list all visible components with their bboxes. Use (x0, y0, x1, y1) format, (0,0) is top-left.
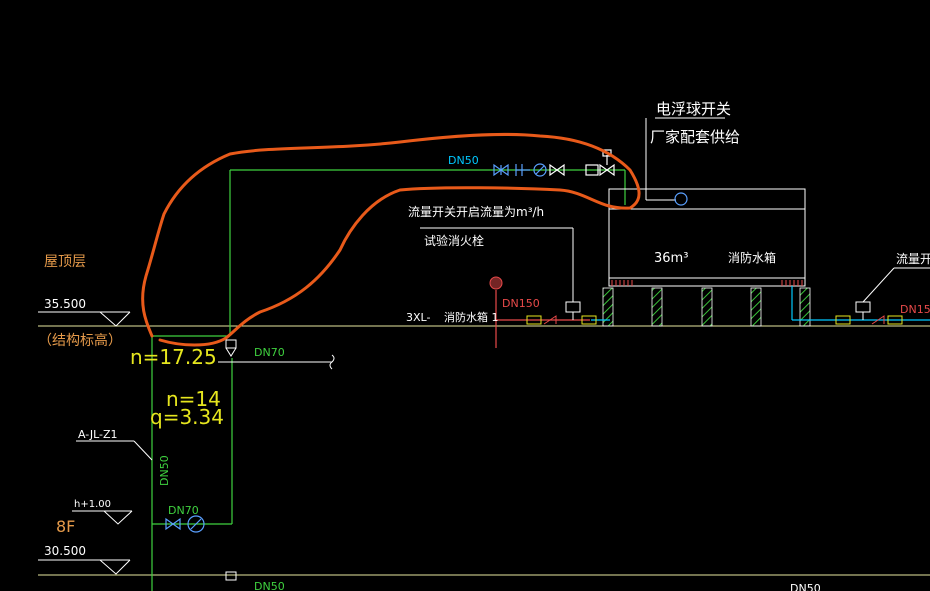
roof-elevation: 35.500 (44, 297, 86, 311)
pipe-size-dn50-bottom: DN50 (254, 580, 285, 591)
tank-name-label: 消防水箱 (728, 250, 776, 265)
8f-elevation-marker (38, 559, 131, 575)
xl-label: 3XL- (406, 311, 430, 324)
floor-8f-label: 8F (56, 517, 75, 536)
handwritten-q: q=3.34 (150, 405, 224, 429)
tank-piers (602, 287, 811, 327)
pipe-size-dn50-bottom-right: DN50 (790, 582, 821, 591)
flow-switch-note: 流量开关开启流量为m³/h (408, 205, 544, 219)
height-offset-label: h+1.00 (74, 499, 111, 510)
structural-elevation-note: （结构标高） (38, 332, 122, 349)
handwritten-n-17: n=17.25 (130, 345, 217, 369)
8f-elevation: 30.500 (44, 544, 86, 558)
riser-id-label: A-JL-Z1 (78, 428, 118, 441)
check-valve-icon (515, 164, 530, 176)
drawing-canvas: 屋顶层 35.500 （结构标高） DN50 电浮球开关 厂家配套供给 流量开关… (38, 100, 930, 591)
pipe-size-dn15-right: DN15 (900, 303, 930, 316)
float-ball-icon (674, 192, 688, 206)
pipe-size-dn70-b: DN70 (168, 504, 199, 517)
test-hydrant-label: 试验消火栓 (424, 233, 484, 248)
hydrant-icon (489, 276, 503, 290)
green-pipes (151, 169, 626, 591)
pipe-size-dn70-a: DN70 (254, 346, 285, 359)
tank-number-label: 消防水箱 1 (444, 310, 499, 324)
fire-water-tank (608, 188, 806, 287)
tank-feet (611, 280, 803, 286)
8f-offset-marker (72, 510, 133, 525)
float-switch-label: 电浮球开关 (656, 100, 731, 118)
pipe-size-dn50-top: DN50 (448, 154, 479, 167)
pipe-size-dn150: DN150 (502, 297, 540, 310)
vendor-supply-label: 厂家配套供给 (650, 128, 740, 146)
flow-switch-right-label: 流量开 (896, 252, 930, 266)
tank-volume-label: 36m³ (654, 251, 688, 266)
valve-icon (225, 339, 237, 581)
roof-level-label: 屋顶层 (44, 254, 86, 270)
roof-elevation-marker (38, 311, 131, 327)
pipe-size-dn50-riser: DN50 (158, 455, 171, 486)
